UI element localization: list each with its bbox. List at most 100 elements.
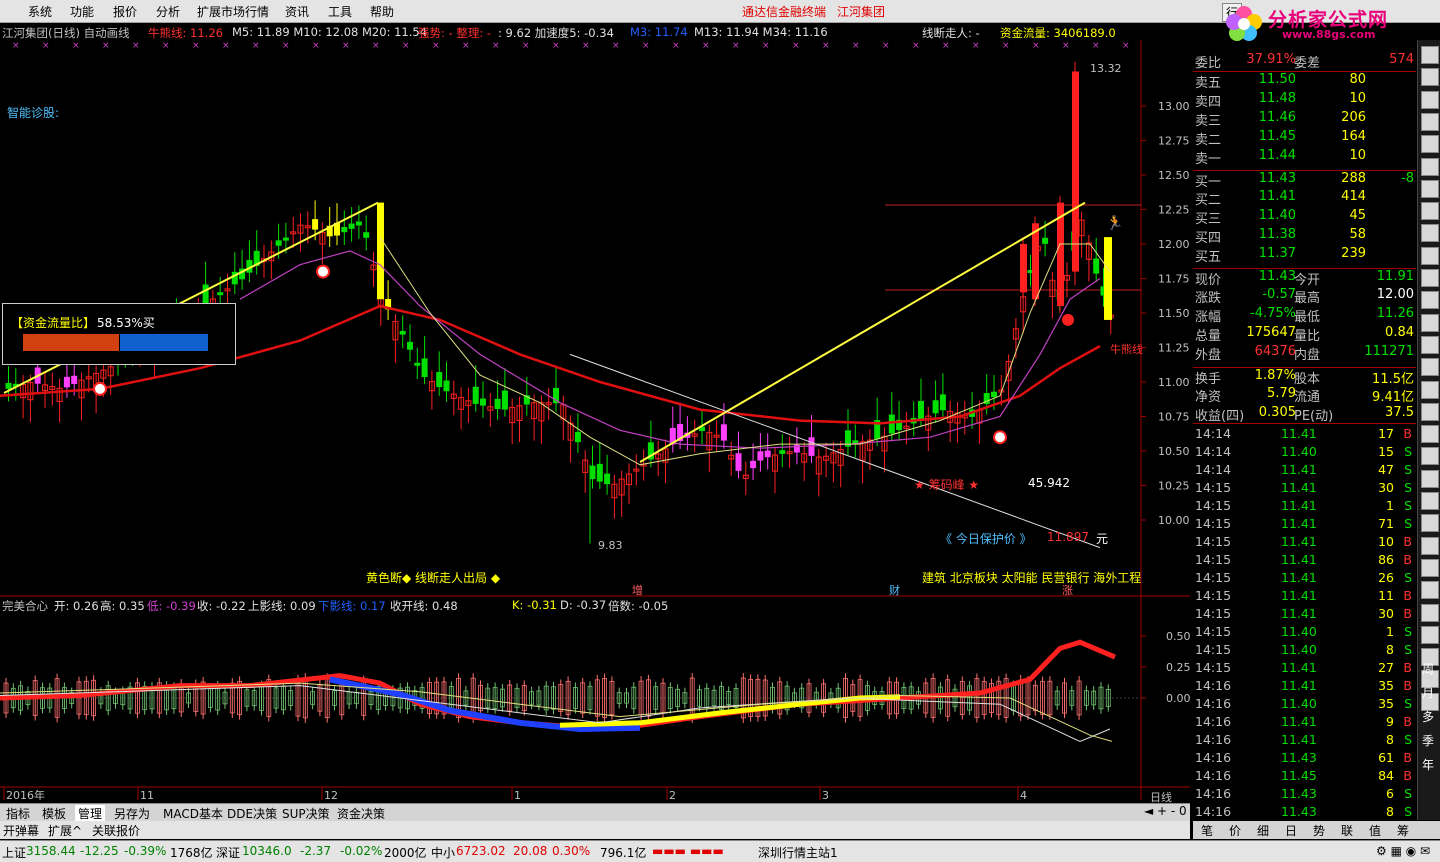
status-icons[interactable]: ⚙ ▦ ◉ ✉ — [1376, 844, 1430, 858]
flower-logo-icon — [1226, 6, 1262, 41]
sidebar-tool-button[interactable] — [1421, 157, 1439, 176]
panel-tab[interactable]: 筹 — [1397, 822, 1409, 839]
panel-tab[interactable]: 价 — [1229, 822, 1241, 839]
candle-body — [574, 431, 581, 443]
extra-tab[interactable]: 扩展^ — [48, 822, 82, 839]
tick-volume: 71 — [1378, 516, 1394, 531]
sidebar-tool-button[interactable] — [1421, 492, 1439, 510]
sell-level-row[interactable]: 卖二 11.45 164 — [1193, 129, 1416, 148]
server-name[interactable]: 深圳行情主站1 — [758, 844, 838, 861]
sell-level-row[interactable]: 卖四 11.48 10 — [1193, 91, 1416, 110]
menu-item-quote[interactable]: 报价 — [113, 3, 137, 20]
event-mark-zhang[interactable]: 涨 — [1062, 582, 1073, 598]
indicator-tab[interactable]: MACD基本 — [160, 805, 226, 822]
panel-tab[interactable]: 联 — [1341, 822, 1353, 839]
top-marker-icon: × — [312, 41, 320, 51]
sidebar-tool-button[interactable] — [1421, 179, 1439, 198]
stat-row: 净资 5.79 流通 9.41亿 — [1193, 386, 1416, 405]
flow-ratio-panel: 【资金流量比】 58.53%买 — [2, 303, 236, 365]
sidebar-tool-button[interactable] — [1421, 90, 1439, 109]
buy-level-row[interactable]: 买五 11.37 239 — [1193, 246, 1416, 265]
menu-item-help[interactable]: 帮助 — [370, 3, 394, 20]
m3-value: M3: 11.74 — [630, 25, 688, 39]
sidebar-period-label[interactable]: 季 — [1422, 732, 1434, 749]
panel-tab[interactable]: 日 — [1285, 822, 1297, 839]
sidebar-tool-button[interactable] — [1421, 246, 1439, 265]
buy-level-row[interactable]: 买二 11.41 414 — [1193, 189, 1416, 208]
panel-tab[interactable]: 势 — [1313, 822, 1325, 839]
menu-item-tools[interactable]: 工具 — [328, 3, 352, 20]
menu-item-news[interactable]: 资讯 — [285, 3, 309, 20]
protect-price-label: 《 今日保护价 》 — [940, 532, 1032, 546]
sell-level-row[interactable]: 卖五 11.50 80 — [1193, 72, 1416, 91]
menu-item-system[interactable]: 系统 — [28, 3, 52, 20]
sidebar-tool-button[interactable] — [1421, 514, 1439, 533]
m13-value: M13: 11.94 M34: 11.16 — [694, 25, 828, 39]
event-mark-cai[interactable]: 财 — [889, 582, 900, 598]
sidebar-tool-button[interactable] — [1421, 581, 1439, 600]
sz-change: -2.37 — [300, 844, 332, 858]
event-mark-zeng[interactable]: 增 — [632, 582, 643, 598]
sidebar-tool-button[interactable] — [1421, 112, 1439, 131]
menu-item-extended-market[interactable]: 扩展市场行情 — [197, 3, 269, 20]
sidebar-tool-button[interactable] — [1421, 447, 1439, 466]
indicator-tab[interactable]: 管理 — [75, 805, 106, 822]
tick-time: 14:14 — [1195, 462, 1232, 477]
kline-chart[interactable]: 🏃× × × × × × × × × × × × × × × × × × × × × × × × × × × × × × × × × × × × × × … — [0, 40, 1190, 800]
sidebar-tool-button[interactable] — [1421, 536, 1439, 555]
sidebar-tool-button[interactable] — [1421, 135, 1439, 154]
candle-body — [757, 451, 764, 461]
zx-label[interactable]: 中小 — [431, 844, 455, 861]
indicator-tab[interactable]: DDE决策 — [224, 805, 280, 822]
buy-level-row[interactable]: 买三 11.40 45 — [1193, 208, 1416, 227]
sidebar-tool-button[interactable] — [1421, 469, 1439, 488]
panel-tab[interactable]: 值 — [1369, 822, 1381, 839]
sidebar-tool-button[interactable] — [1421, 68, 1439, 87]
sidebar-period-label[interactable]: 多 — [1422, 708, 1434, 725]
extra-tab[interactable]: 关联报价 — [92, 822, 140, 839]
tick-volume: 86 — [1378, 552, 1394, 567]
sidebar-tool-button[interactable] — [1421, 269, 1439, 287]
sidebar-tool-button[interactable] — [1421, 358, 1439, 377]
tick-time: 14:15 — [1195, 588, 1232, 603]
indicator-tab[interactable]: 模板 — [39, 805, 69, 822]
sidebar-tool-button[interactable] — [1421, 335, 1439, 354]
indicator-tab[interactable]: 指标 — [3, 805, 33, 822]
panel-tab[interactable]: 笔 — [1201, 822, 1213, 839]
sidebar-period-label[interactable]: 年 — [1422, 756, 1434, 773]
y-axis-label: 12.75 — [1158, 135, 1190, 148]
sidebar-period-label[interactable]: 周 — [1422, 660, 1434, 677]
sidebar-tool-button[interactable] — [1421, 425, 1439, 444]
panel-tab[interactable]: 细 — [1257, 822, 1269, 839]
sell-level-row[interactable]: 卖一 11.44 10 — [1193, 148, 1416, 167]
sidebar-tool-button[interactable] — [1421, 625, 1439, 644]
stat-row: 总量 175647 量比 0.84 — [1193, 325, 1416, 344]
sidebar-tool-button[interactable] — [1421, 603, 1439, 622]
sidebar-period-label[interactable]: 月 — [1422, 684, 1434, 701]
sidebar-tool-button[interactable] — [1421, 202, 1439, 221]
tick-row: 14:15 11.41 26 S — [1193, 570, 1416, 588]
menu-item-function[interactable]: 功能 — [70, 3, 94, 20]
sidebar-tool-button[interactable] — [1421, 380, 1439, 399]
buy-level-row[interactable]: 买一 11.43 288 -8 — [1193, 170, 1416, 190]
extra-tab[interactable]: 开弹幕 — [3, 822, 39, 839]
sell-level-row[interactable]: 卖三 11.46 206 — [1193, 110, 1416, 129]
menu-item-analysis[interactable]: 分析 — [156, 3, 180, 20]
indicator-tab[interactable]: SUP决策 — [279, 805, 333, 822]
sidebar-tool-button[interactable] — [1421, 224, 1439, 243]
tick-row: 14:14 11.41 47 S — [1193, 462, 1416, 480]
sz-label[interactable]: 深证 — [216, 844, 240, 861]
sidebar-tool-button[interactable] — [1421, 313, 1439, 332]
indicator-tab[interactable]: 资金决策 — [334, 805, 388, 822]
buy-level-row[interactable]: 买四 11.38 58 — [1193, 227, 1416, 246]
top-marker-icon: × — [192, 41, 200, 51]
sidebar-tool-button[interactable] — [1421, 46, 1439, 64]
sidebar-tool-button[interactable] — [1421, 558, 1439, 577]
indicator-tab[interactable]: 另存为 — [111, 805, 153, 822]
sidebar-tool-button[interactable] — [1421, 291, 1439, 310]
sh-label[interactable]: 上证 — [2, 844, 26, 861]
tick-list[interactable]: 14:14 11.41 17 B 14:14 11.40 15 S 14:14 11.41 47 S 1… — [1193, 423, 1416, 824]
sidebar-tool-button[interactable] — [1421, 402, 1439, 421]
stat-value-2: 111271 — [1364, 344, 1414, 359]
nav-arrows[interactable]: ◄ + - 0 — [1144, 804, 1187, 818]
